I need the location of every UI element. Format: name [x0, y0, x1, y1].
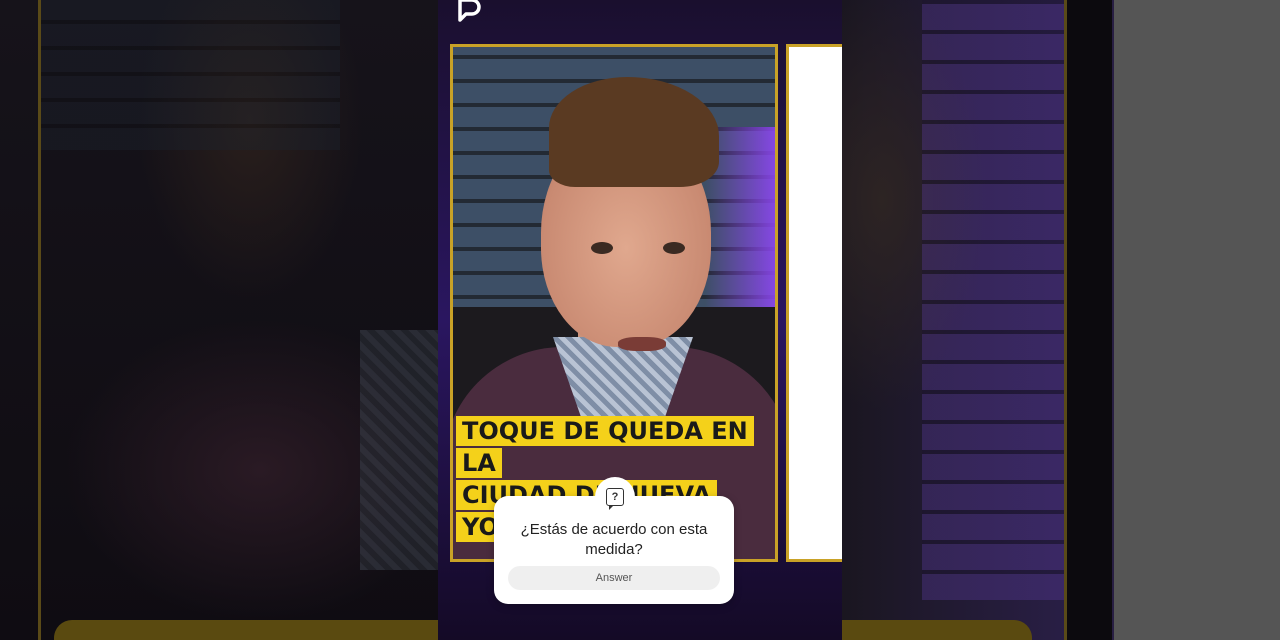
channel-logo-icon	[452, 0, 486, 28]
caption-line-1: TOQUE DE QUEDA EN LA	[456, 416, 754, 478]
question-icon-badge: ?	[595, 477, 635, 517]
background-right-blur	[842, 0, 1280, 640]
next-card-preview	[786, 44, 842, 562]
answer-button[interactable]: Answer	[508, 566, 720, 590]
background-left-blur	[0, 0, 440, 640]
short-video-frame[interactable]: TOQUE DE QUEDA EN LA CIUDAD DE NUEVA YOR…	[438, 0, 842, 640]
question-text: ¿Estás de acuerdo con esta medida?	[520, 521, 708, 558]
question-bubble-icon: ?	[606, 488, 624, 510]
